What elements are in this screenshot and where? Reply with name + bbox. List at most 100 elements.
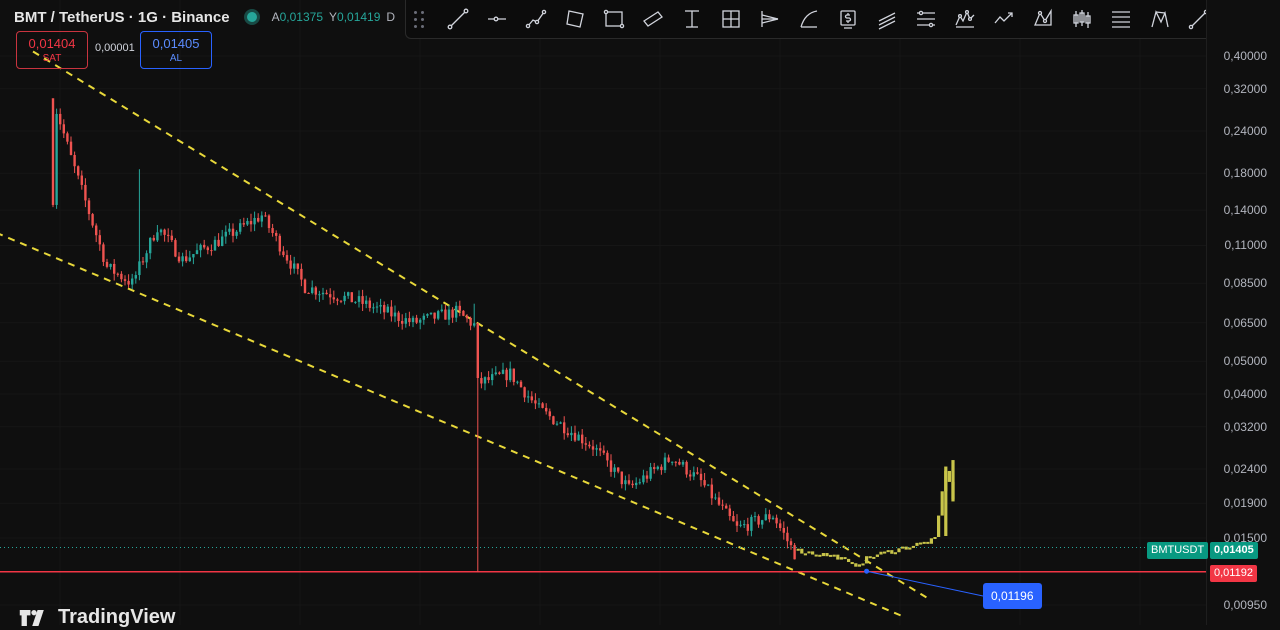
forecast-bar: [821, 553, 825, 557]
path-icon[interactable]: [984, 0, 1023, 38]
spread-value: 0,00001: [95, 42, 135, 54]
candle-body: [721, 504, 724, 506]
forecast-bar: [839, 557, 843, 560]
candle-body: [631, 483, 634, 486]
arc-icon[interactable]: [789, 0, 828, 38]
rectangle-icon[interactable]: [594, 0, 633, 38]
candle-body: [159, 229, 163, 233]
candle-body: [501, 369, 505, 374]
parallel-channel-icon[interactable]: [633, 0, 672, 38]
candle-body: [537, 403, 541, 405]
candle-body: [689, 474, 692, 477]
candle-body: [123, 279, 127, 281]
candle-body: [584, 443, 587, 445]
candle-body: [354, 301, 357, 303]
candles-icon[interactable]: [1062, 0, 1101, 38]
candle-body: [307, 292, 310, 294]
polyline-icon[interactable]: [516, 0, 555, 38]
rotated-rectangle-icon[interactable]: [555, 0, 594, 38]
candle-body: [681, 461, 685, 465]
candle-body: [138, 261, 141, 276]
candle-body: [743, 524, 746, 526]
candle-body: [476, 323, 479, 379]
candle-body: [408, 318, 411, 323]
forecast-bar: [868, 556, 872, 559]
candle-body: [786, 532, 789, 542]
forecast-bar: [879, 551, 883, 555]
buy-button[interactable]: 0,01405 AL: [140, 31, 212, 69]
candle-body: [426, 314, 429, 316]
candle-body: [534, 400, 537, 404]
price-axis[interactable]: 0,40000 0,32000 0,24000 0,18000 0,14000 0,110…: [1206, 0, 1280, 625]
horizontal-ray-icon[interactable]: [477, 0, 516, 38]
forecast-bar: [800, 548, 804, 554]
drag-handle-icon[interactable]: [414, 9, 428, 29]
candle-body: [221, 236, 224, 246]
drawing-toolbar: [405, 0, 1280, 39]
candle-body: [678, 461, 681, 465]
elliott-wave-icon[interactable]: [945, 0, 984, 38]
fib-retracement-icon[interactable]: [906, 0, 945, 38]
price-axis-tick: 0,00950: [1223, 598, 1267, 612]
candle-body: [361, 296, 364, 304]
candle-body: [87, 200, 91, 215]
candle-body: [624, 480, 627, 485]
chart-area[interactable]: [0, 0, 1206, 625]
ohlc-high: Y0,01419: [329, 10, 381, 24]
candle-body: [357, 296, 361, 302]
sell-button[interactable]: 0,01404 SAT: [16, 31, 88, 69]
grid-icon[interactable]: [711, 0, 750, 38]
candle-body: [73, 154, 76, 167]
candle-body: [782, 527, 785, 533]
candle-body: [386, 306, 389, 313]
candle-body: [739, 524, 742, 526]
anchored-text-icon[interactable]: [672, 0, 711, 38]
candle-body: [559, 422, 562, 424]
candle-body: [653, 467, 656, 469]
grid-lines: [0, 0, 1206, 625]
candle-body: [203, 244, 206, 248]
candle-body: [591, 446, 595, 450]
candle-body: [127, 280, 130, 285]
candle-body: [80, 175, 83, 185]
candle-body: [498, 372, 501, 374]
candle-body: [764, 514, 767, 521]
candle-body: [433, 312, 436, 319]
candle-body: [555, 423, 559, 425]
measure-pointer-tag[interactable]: 0,01196: [983, 583, 1042, 609]
candle-body: [429, 312, 433, 315]
pattern-icon[interactable]: [1023, 0, 1062, 38]
fib-channel-icon[interactable]: [1101, 0, 1140, 38]
price-axis-tick: 0,06500: [1223, 315, 1267, 330]
candles: [51, 98, 796, 572]
candle-body: [606, 452, 609, 461]
candle-body: [660, 466, 663, 471]
candle-body: [181, 256, 184, 262]
price-chart[interactable]: [0, 0, 1206, 625]
candle-body: [170, 235, 173, 241]
forecast-bar: [803, 553, 807, 556]
market-status-icon[interactable]: [243, 9, 260, 25]
candle-body: [609, 460, 613, 472]
candle-body: [206, 247, 209, 251]
candle-body: [707, 484, 710, 486]
candle-body: [69, 141, 73, 155]
candle-body: [390, 306, 393, 317]
candle-body: [59, 113, 62, 125]
pitchfork-icon[interactable]: [867, 0, 906, 38]
abcd-pattern-icon[interactable]: [1140, 0, 1179, 38]
candle-body: [116, 273, 119, 275]
candle-body: [393, 312, 397, 317]
candle-body: [437, 311, 440, 319]
forecast-bar: [901, 546, 905, 549]
forecast-bar: [829, 554, 833, 557]
tradingview-logo[interactable]: TradingView: [18, 606, 175, 629]
candle-body: [617, 467, 620, 472]
fib-fan-icon[interactable]: [750, 0, 789, 38]
candle-body: [573, 432, 577, 441]
trend-line-icon[interactable]: [438, 0, 477, 38]
channel-upper-line: [32, 50, 932, 602]
candle-body: [134, 275, 137, 279]
symbol-title[interactable]: BMT / TetherUS · 1G · Binance: [14, 9, 230, 26]
price-label-icon[interactable]: [828, 0, 867, 38]
